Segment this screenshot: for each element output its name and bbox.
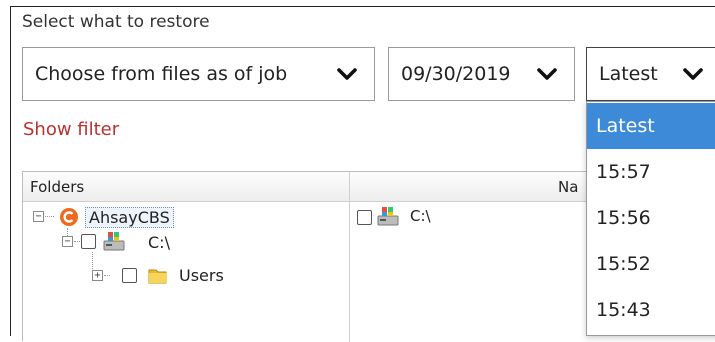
menu-item-time[interactable]: 15:56 — [587, 195, 715, 241]
menu-item-time[interactable]: 15:57 — [587, 149, 715, 195]
date-dropdown-value: 09/30/2019 — [401, 63, 511, 85]
tree-node-users[interactable]: Users — [179, 266, 224, 285]
tree-node-ahsaycbs[interactable]: AhsayCBS — [85, 207, 174, 228]
drive-icon — [103, 230, 125, 256]
tree-connector — [104, 275, 110, 276]
folder-icon — [147, 264, 169, 290]
time-dropdown[interactable]: Latest — [586, 47, 715, 101]
expand-users-toggle[interactable]: + — [92, 270, 103, 281]
list-item-checkbox[interactable] — [357, 210, 372, 225]
collapse-drive-toggle[interactable]: − — [62, 236, 73, 247]
source-dropdown-value: Choose from files as of job — [35, 63, 288, 85]
drive-icon — [377, 205, 399, 231]
tree-connector — [74, 241, 80, 242]
folders-column-header[interactable]: Folders — [30, 178, 84, 196]
users-checkbox[interactable] — [122, 268, 137, 283]
menu-item-latest[interactable]: Latest — [587, 103, 715, 149]
tree-node-drive[interactable]: C:\ — [148, 233, 170, 252]
time-dropdown-value: Latest — [599, 63, 658, 85]
section-title: Select what to restore — [22, 12, 210, 32]
menu-item-time[interactable]: 15:43 — [587, 287, 715, 333]
collapse-root-toggle[interactable]: − — [33, 211, 44, 222]
menu-item-time[interactable]: 15:52 — [587, 241, 715, 287]
chevron-down-icon — [680, 64, 706, 84]
time-dropdown-menu: Latest 15:57 15:56 15:52 15:43 — [586, 101, 715, 336]
show-filter-link[interactable]: Show filter — [23, 119, 119, 140]
list-item-label[interactable]: C:\ — [410, 207, 431, 225]
date-dropdown[interactable]: 09/30/2019 — [388, 47, 575, 101]
source-dropdown[interactable]: Choose from files as of job — [22, 47, 375, 101]
ahsay-logo-icon — [59, 207, 79, 231]
chevron-down-icon — [334, 64, 360, 84]
drive-checkbox[interactable] — [81, 234, 96, 249]
name-column-header[interactable]: Na — [558, 178, 578, 196]
chevron-down-icon — [534, 64, 560, 84]
tree-connector — [45, 216, 54, 217]
column-divider[interactable] — [349, 172, 350, 342]
